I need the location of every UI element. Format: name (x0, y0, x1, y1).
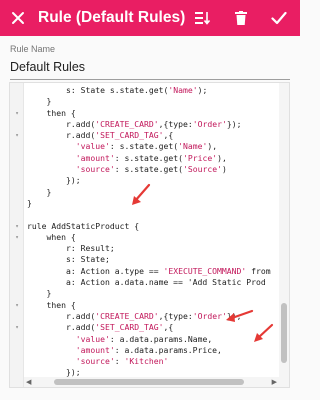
horizontal-scrollbar[interactable] (24, 377, 289, 387)
code-text: 'amount': s.state.get('Price'), (75, 152, 227, 163)
code-text: r.add('SET_CARD_TAG',{ (27, 130, 174, 141)
code-text: then { (27, 299, 76, 310)
code-line[interactable]: 'value': a.data.params.Name, (10, 334, 289, 345)
rule-name-label: Rule Name (10, 44, 56, 54)
code-text: 'value': a.data.params.Name, (75, 333, 213, 344)
code-text: r.add('CREATE_CARD',{type:'Order'}); (27, 310, 242, 321)
code-editor[interactable]: s: State s.state.get('Name'); } ▾ then { … (9, 82, 290, 388)
code-text: } (27, 96, 52, 107)
code-line[interactable]: r.add('CREATE_CARD',{type:'Order'}); (10, 119, 289, 130)
code-line[interactable]: } (10, 288, 289, 299)
delete-icon[interactable] (229, 6, 253, 30)
code-line[interactable]: } (10, 96, 289, 107)
horizontal-scroll-thumb[interactable] (54, 379, 244, 385)
code-text: r: Result; (27, 243, 115, 254)
code-line[interactable]: 'amount': s.state.get('Price'), (10, 153, 289, 164)
code-line[interactable]: 'value': s.state.get('Name'), (10, 141, 289, 152)
vertical-scrollbar[interactable] (279, 83, 289, 379)
check-icon[interactable] (267, 6, 291, 30)
code-line[interactable]: ▾ rule AddStaticProduct { (10, 221, 289, 232)
code-lines[interactable]: s: State s.state.get('Name'); } ▾ then { … (10, 85, 289, 387)
code-text: when { (27, 231, 76, 242)
code-line[interactable]: s: State s.state.get('Name'); (10, 85, 289, 96)
code-text: } (27, 197, 32, 208)
page-title: Rule (Default Rules) (38, 9, 186, 26)
fold-marker-icon[interactable]: ▾ (12, 221, 22, 232)
code-line[interactable]: ▾ then { (10, 108, 289, 119)
code-text: rule AddStaticProduct { (27, 220, 140, 231)
code-line[interactable]: a: Action a.type == 'EXECUTE_COMMAND' fr… (10, 266, 289, 277)
fold-marker-icon[interactable]: ▾ (12, 108, 22, 119)
code-text: s: State; (27, 254, 110, 265)
rule-name-input[interactable]: Default Rules (10, 60, 290, 80)
code-line[interactable] (10, 209, 289, 220)
code-line[interactable]: a: Action a.data.name == 'Add Static Pro… (10, 277, 289, 288)
code-line[interactable]: r: Result; (10, 243, 289, 254)
annotation-arrow-icon (254, 323, 274, 342)
code-text: s: State s.state.get('Name'); (27, 85, 208, 95)
fold-marker-icon[interactable]: ▾ (12, 300, 22, 311)
scroll-left-icon[interactable]: ◀ (26, 378, 31, 386)
code-text: } (27, 288, 52, 299)
fold-marker-icon[interactable]: ▾ (12, 322, 22, 333)
vertical-scroll-thumb[interactable] (281, 303, 287, 363)
code-text: r.add('CREATE_CARD',{type:'Order'}); (27, 118, 242, 129)
annotation-arrow-icon (226, 309, 254, 322)
code-text: 'source': s.state.get('Source') (75, 164, 227, 175)
code-text: } (27, 186, 52, 197)
appbar-actions (191, 6, 291, 30)
code-text: then { (27, 107, 76, 118)
rule-name-field: Rule Name Default Rules (10, 44, 290, 80)
code-line[interactable]: 'source': s.state.get('Source') (10, 164, 289, 175)
sort-icon[interactable] (191, 6, 215, 30)
code-line[interactable]: ▾ r.add('SET_CARD_TAG',{ (10, 130, 289, 141)
code-text: }); (27, 175, 81, 186)
code-text: 'value': s.state.get('Name'), (75, 141, 218, 152)
code-line[interactable]: ▾ when { (10, 232, 289, 243)
code-text: 'source': 'Kitchen' (75, 356, 169, 367)
code-text: r.add('SET_CARD_TAG',{ (27, 322, 174, 333)
app-bar: Rule (Default Rules) (0, 0, 300, 36)
code-text: a: Action a.type == 'EXECUTE_COMMAND' fr… (27, 265, 271, 276)
annotation-arrow-icon (132, 183, 151, 205)
code-line[interactable]: s: State; (10, 254, 289, 265)
code-text: 'amount': a.data.params.Price, (75, 344, 222, 355)
fold-marker-icon[interactable]: ▾ (12, 232, 22, 243)
code-line[interactable]: 'source': 'Kitchen' (10, 356, 289, 367)
scroll-right-icon[interactable]: ▶ (272, 378, 277, 386)
code-line[interactable]: 'amount': a.data.params.Price, (10, 345, 289, 356)
fold-marker-icon[interactable]: ▾ (12, 130, 22, 141)
close-icon[interactable] (6, 6, 30, 30)
code-text: a: Action a.data.name == 'Add Static Pro… (27, 277, 266, 288)
